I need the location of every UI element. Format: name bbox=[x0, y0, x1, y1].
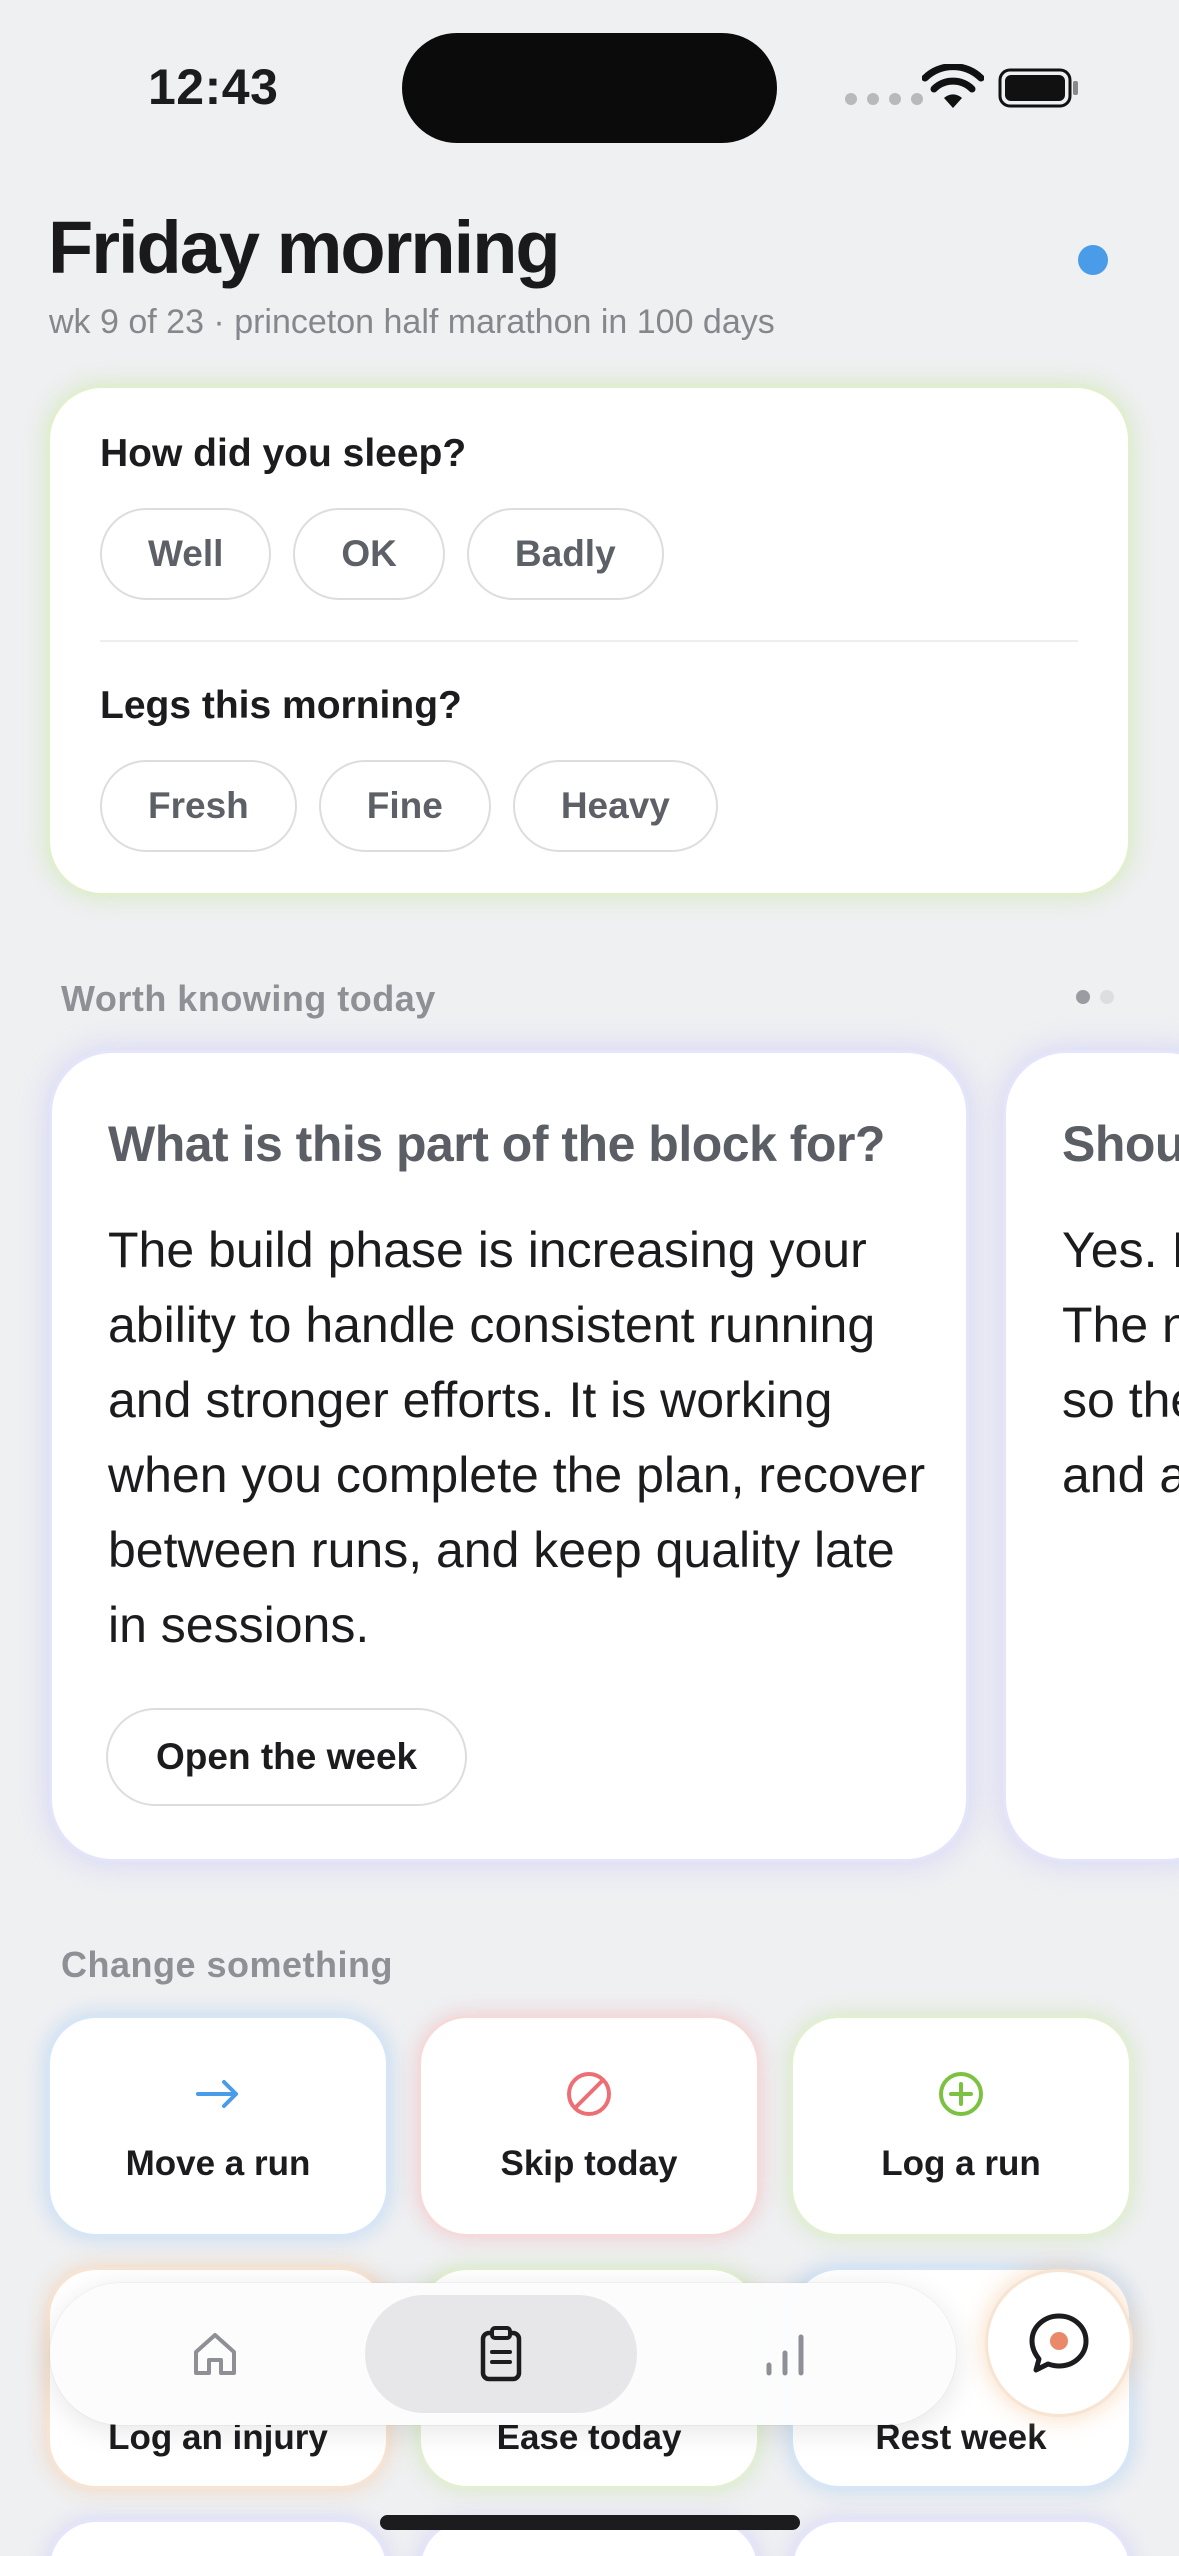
carousel-page-indicator bbox=[1076, 990, 1114, 1004]
legs-option-fresh[interactable]: Fresh bbox=[100, 760, 297, 852]
home-indicator bbox=[380, 2515, 800, 2530]
house-icon bbox=[194, 2333, 236, 2375]
dynamic-island bbox=[402, 33, 777, 143]
plus-circle-icon bbox=[939, 2072, 983, 2116]
tile-label: Skip today bbox=[500, 2144, 678, 2183]
prohibited-icon bbox=[567, 2072, 611, 2116]
worth-knowing-label: Worth knowing today bbox=[61, 978, 436, 1019]
body-line: The n bbox=[1062, 1297, 1179, 1353]
action-tile[interactable] bbox=[50, 2522, 386, 2556]
info-card-body: Yes. I The n so the and a bbox=[1062, 1213, 1179, 1513]
change-something-label: Change something bbox=[61, 1944, 394, 1985]
body-line: and a bbox=[1062, 1447, 1179, 1503]
body-line: Yes. I bbox=[1062, 1222, 1179, 1278]
open-week-button[interactable]: Open the week bbox=[106, 1708, 468, 1806]
tile-label: Move a run bbox=[125, 2144, 311, 2183]
info-card-body: The build phase is increasing your abili… bbox=[108, 1222, 926, 1653]
wifi-icon bbox=[922, 64, 984, 108]
sleep-option-well[interactable]: Well bbox=[100, 508, 272, 600]
action-tile[interactable] bbox=[793, 2522, 1129, 2556]
divider bbox=[100, 640, 1078, 642]
info-card[interactable]: What is this part of the block for? The … bbox=[52, 1053, 966, 1859]
chat-bubble-icon bbox=[1029, 2313, 1089, 2373]
sleep-question: How did you sleep? bbox=[100, 432, 467, 475]
app-screen: 12:43 Friday morning wk 9 of 23 · prince… bbox=[0, 0, 1179, 2556]
sleep-option-badly[interactable]: Badly bbox=[466, 508, 664, 600]
legs-question: Legs this morning? bbox=[100, 684, 462, 727]
plan-subtitle: wk 9 of 23 · princeton half marathon in … bbox=[49, 303, 775, 341]
skip-today-tile[interactable]: Skip today bbox=[421, 2018, 757, 2234]
arrow-right-icon bbox=[196, 2080, 238, 2108]
legs-options: Fresh Fine Heavy bbox=[100, 760, 718, 852]
battery-icon bbox=[998, 68, 1078, 108]
info-card-title: Shou bbox=[1062, 1116, 1179, 1172]
log-run-tile[interactable]: Log a run bbox=[793, 2018, 1129, 2234]
info-card-next[interactable]: Shou Yes. I The n so the and a bbox=[1006, 1053, 1179, 1859]
legs-option-fine[interactable]: Fine bbox=[318, 760, 491, 852]
tile-label: Log a run bbox=[881, 2144, 1041, 2183]
body-line: so the bbox=[1062, 1372, 1179, 1428]
sleep-option-ok[interactable]: OK bbox=[293, 508, 445, 600]
chat-button[interactable] bbox=[988, 2272, 1130, 2414]
cellular-signal-icon bbox=[845, 93, 923, 105]
sleep-options: Well OK Badly bbox=[100, 508, 664, 600]
checkin-card: How did you sleep? Well OK Badly Legs th… bbox=[50, 388, 1128, 893]
bar-chart-icon bbox=[766, 2334, 804, 2376]
clipboard-icon bbox=[480, 2326, 522, 2382]
tab-stats[interactable] bbox=[660, 2283, 910, 2425]
tab-plan[interactable] bbox=[365, 2295, 637, 2413]
move-run-tile[interactable]: Move a run bbox=[50, 2018, 386, 2234]
tab-home[interactable] bbox=[90, 2283, 340, 2425]
tab-bar bbox=[50, 2283, 956, 2425]
page-title: Friday morning bbox=[48, 206, 561, 289]
status-time: 12:43 bbox=[148, 59, 279, 115]
legs-option-heavy[interactable]: Heavy bbox=[512, 760, 718, 852]
notification-dot[interactable] bbox=[1078, 245, 1108, 275]
info-card-title: What is this part of the block for? bbox=[108, 1116, 885, 1172]
